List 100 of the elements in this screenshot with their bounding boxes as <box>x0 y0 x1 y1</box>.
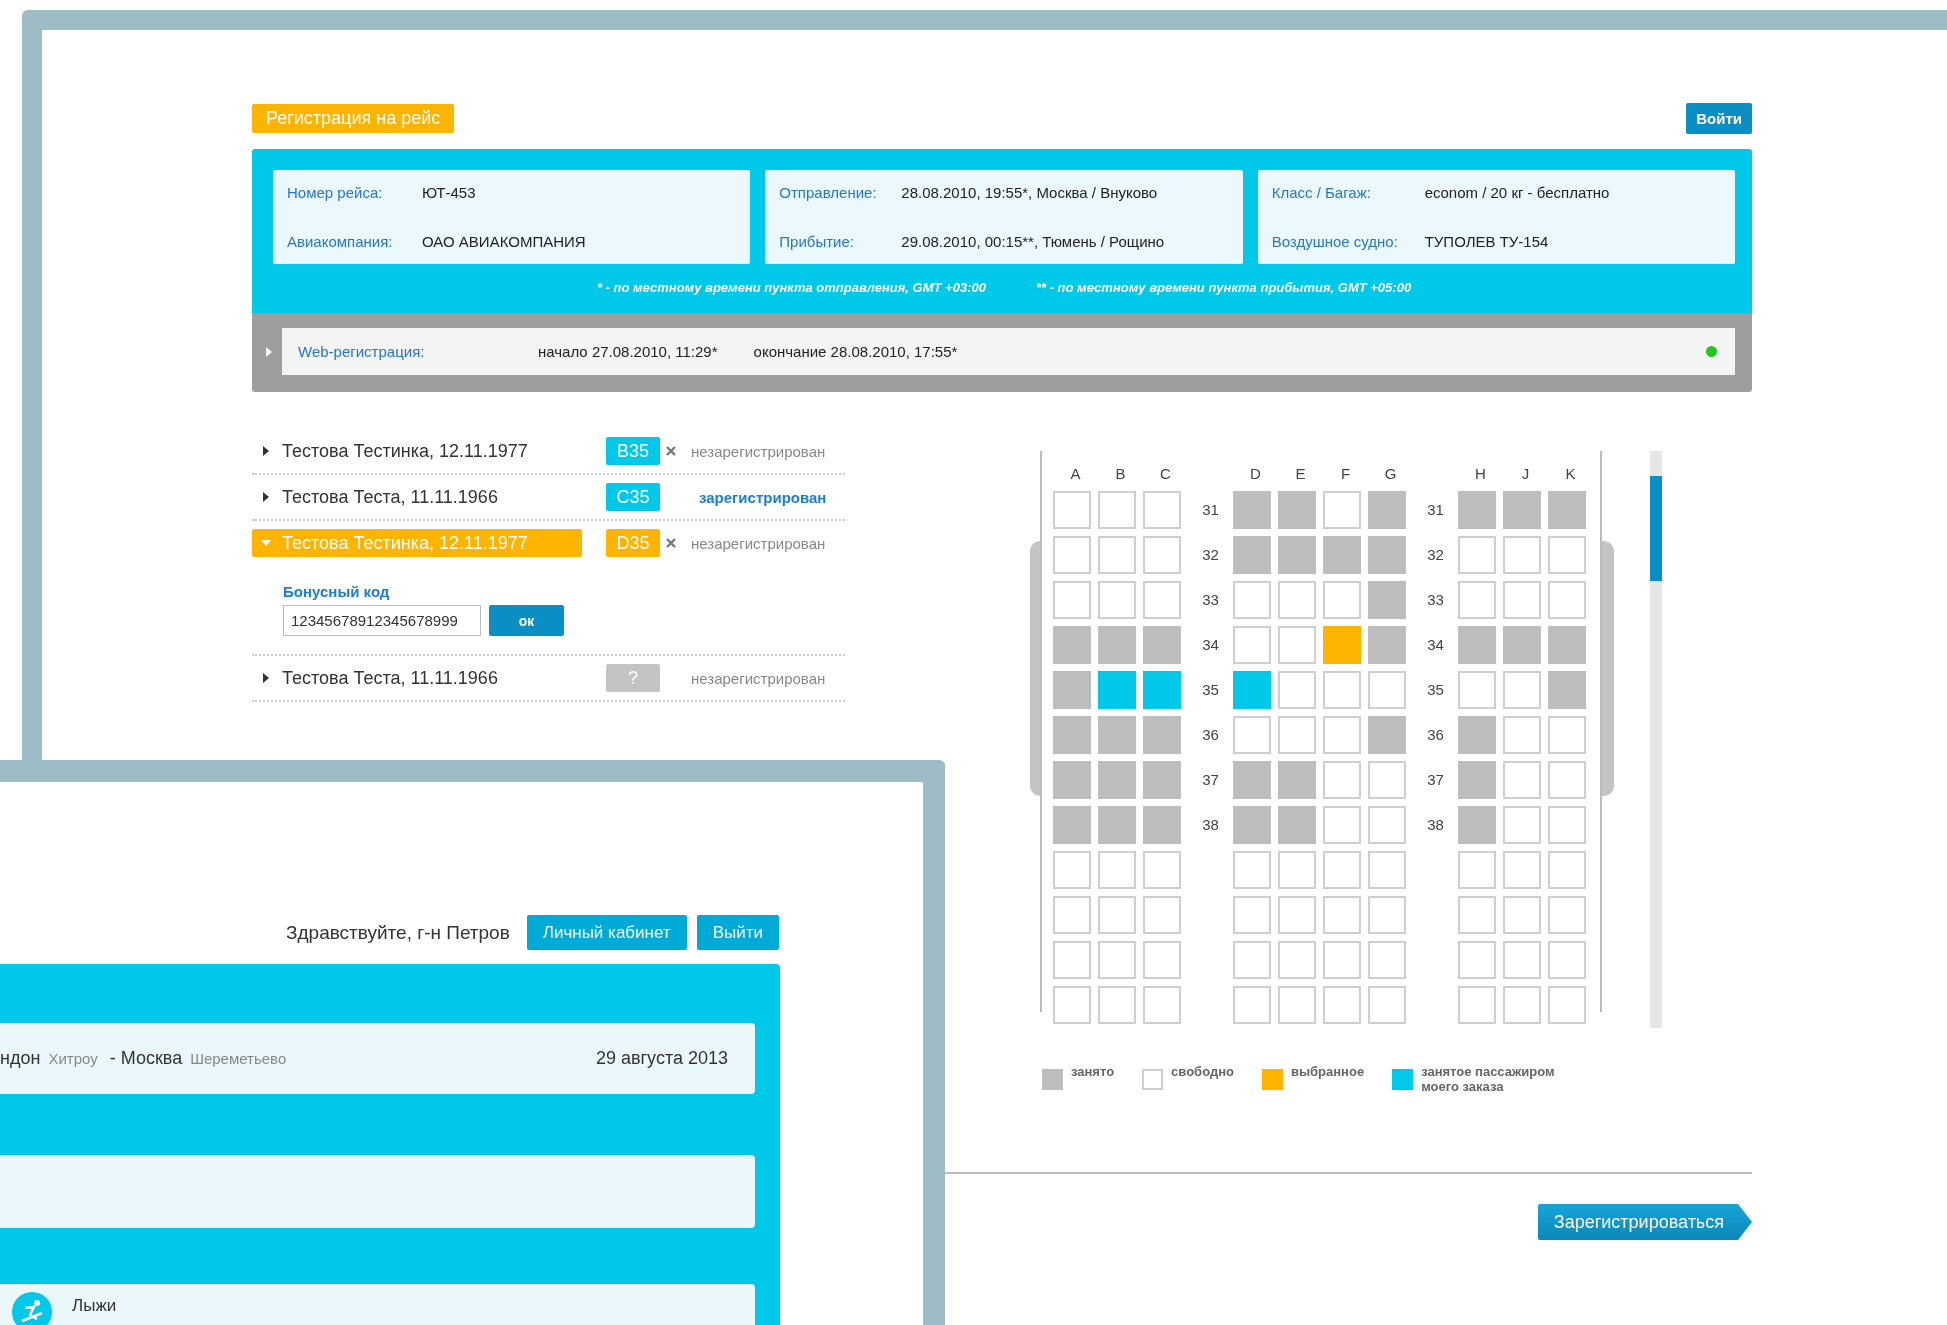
ok-button[interactable]: ок <box>489 605 564 636</box>
seat[interactable] <box>1458 760 1496 799</box>
seat[interactable] <box>1278 805 1316 844</box>
close-icon[interactable] <box>665 538 676 548</box>
register-button[interactable]: Зарегистрироваться <box>1537 1204 1752 1240</box>
seat[interactable] <box>1368 760 1406 799</box>
seat[interactable] <box>1143 805 1181 844</box>
seat[interactable] <box>1278 895 1316 934</box>
seat[interactable] <box>1098 580 1136 619</box>
seat[interactable] <box>1458 895 1496 934</box>
seat[interactable] <box>1323 715 1361 754</box>
seat[interactable] <box>1098 535 1136 574</box>
seat[interactable] <box>1098 715 1136 754</box>
seat[interactable] <box>1098 625 1136 664</box>
seat[interactable] <box>1548 535 1586 574</box>
seat[interactable] <box>1368 580 1406 619</box>
seat[interactable] <box>1278 760 1316 799</box>
seat[interactable] <box>1098 670 1136 709</box>
seat[interactable] <box>1503 715 1541 754</box>
seat[interactable] <box>1503 760 1541 799</box>
seat[interactable] <box>1458 670 1496 709</box>
seat[interactable] <box>1098 760 1136 799</box>
seat[interactable] <box>1548 715 1586 754</box>
seat[interactable] <box>1503 580 1541 619</box>
seat[interactable] <box>1233 535 1271 574</box>
seat[interactable] <box>1323 940 1361 979</box>
seat[interactable] <box>1233 715 1271 754</box>
seat[interactable] <box>1548 850 1586 889</box>
seat[interactable] <box>1368 715 1406 754</box>
seat[interactable] <box>1503 490 1541 529</box>
seat[interactable] <box>1458 580 1496 619</box>
seat[interactable] <box>1098 805 1136 844</box>
account-button[interactable]: Личный кабинет <box>526 915 687 950</box>
seat[interactable] <box>1233 985 1271 1024</box>
seat-badge[interactable]: C35 <box>606 483 660 511</box>
seat[interactable] <box>1503 535 1541 574</box>
seat-badge[interactable]: D35 <box>606 529 660 557</box>
seat[interactable] <box>1098 895 1136 934</box>
seat[interactable] <box>1098 490 1136 529</box>
seat[interactable] <box>1368 625 1406 664</box>
seat[interactable] <box>1143 760 1181 799</box>
seat[interactable] <box>1053 895 1091 934</box>
seat[interactable] <box>1323 985 1361 1024</box>
seat[interactable] <box>1143 670 1181 709</box>
seat[interactable] <box>1053 805 1091 844</box>
seat[interactable] <box>1503 850 1541 889</box>
passenger-item[interactable]: Тестова Тестинка, 12.11.1977 <box>252 437 582 465</box>
seat[interactable] <box>1053 670 1091 709</box>
seat[interactable] <box>1548 490 1586 529</box>
seat[interactable] <box>1143 715 1181 754</box>
seat[interactable] <box>1278 535 1316 574</box>
seat[interactable] <box>1368 850 1406 889</box>
seat[interactable] <box>1323 580 1361 619</box>
seat[interactable] <box>1098 985 1136 1024</box>
seat[interactable] <box>1323 670 1361 709</box>
logout-button[interactable]: Выйти <box>696 915 779 950</box>
seat[interactable] <box>1278 715 1316 754</box>
bonus-code-input[interactable]: 12345678912345678999 <box>283 605 481 636</box>
passenger-item[interactable]: Тестова Теста, 11.11.1966 <box>252 483 582 511</box>
seat[interactable] <box>1278 670 1316 709</box>
seat[interactable] <box>1098 850 1136 889</box>
seat[interactable] <box>1278 625 1316 664</box>
close-icon[interactable] <box>665 446 676 456</box>
seat[interactable] <box>1053 625 1091 664</box>
scrollbar-thumb[interactable] <box>1650 476 1662 581</box>
seat[interactable] <box>1323 850 1361 889</box>
seat[interactable] <box>1143 985 1181 1024</box>
seat[interactable] <box>1053 760 1091 799</box>
seat[interactable] <box>1098 940 1136 979</box>
seat[interactable] <box>1368 805 1406 844</box>
seat[interactable] <box>1323 760 1361 799</box>
seat[interactable] <box>1368 895 1406 934</box>
seat[interactable] <box>1323 490 1361 529</box>
seat[interactable] <box>1278 850 1316 889</box>
seat[interactable] <box>1233 490 1271 529</box>
seat[interactable] <box>1503 805 1541 844</box>
seat[interactable] <box>1323 535 1361 574</box>
seat[interactable] <box>1503 940 1541 979</box>
seat[interactable] <box>1143 535 1181 574</box>
seat[interactable] <box>1368 985 1406 1024</box>
seat[interactable] <box>1548 625 1586 664</box>
seat[interactable] <box>1503 985 1541 1024</box>
seat[interactable] <box>1053 940 1091 979</box>
seat[interactable] <box>1503 670 1541 709</box>
seat[interactable] <box>1548 760 1586 799</box>
seat[interactable] <box>1368 940 1406 979</box>
seat[interactable] <box>1143 625 1181 664</box>
seat[interactable] <box>1368 490 1406 529</box>
seat[interactable] <box>1143 490 1181 529</box>
seat[interactable] <box>1053 580 1091 619</box>
seat[interactable] <box>1458 490 1496 529</box>
seat[interactable] <box>1233 895 1271 934</box>
seat[interactable] <box>1323 805 1361 844</box>
passenger-item[interactable]: Тестова Тестинка, 12.11.1977 <box>252 529 582 557</box>
seat[interactable] <box>1368 535 1406 574</box>
seat[interactable] <box>1458 805 1496 844</box>
seat[interactable] <box>1503 625 1541 664</box>
seat[interactable] <box>1323 895 1361 934</box>
seat[interactable] <box>1143 895 1181 934</box>
seat[interactable] <box>1233 850 1271 889</box>
